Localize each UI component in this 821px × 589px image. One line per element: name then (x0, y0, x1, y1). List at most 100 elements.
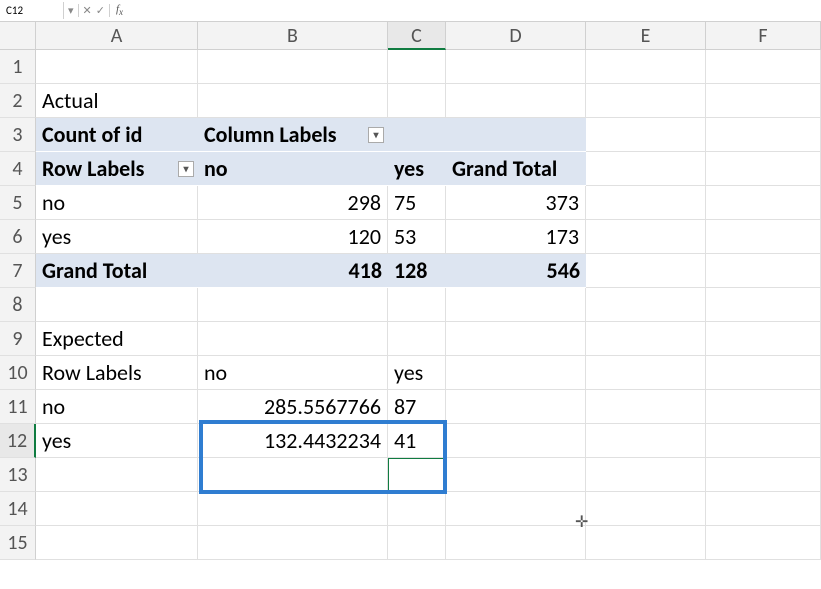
name-box[interactable]: C12 (0, 2, 64, 19)
row-header-7[interactable]: 7 (0, 254, 36, 288)
cell-C15[interactable] (388, 526, 446, 560)
cell-B10[interactable]: no (198, 356, 388, 390)
cell-A5[interactable]: no (36, 186, 198, 220)
cell-B4[interactable]: no (198, 152, 388, 186)
select-all-corner[interactable] (0, 22, 36, 50)
fx-icon[interactable]: fx (110, 3, 129, 17)
cell-F4[interactable] (706, 152, 821, 186)
cell-A4[interactable]: Row Labels▾ (36, 152, 198, 186)
col-header-A[interactable]: A (36, 22, 198, 50)
row-header-14[interactable]: 14 (0, 492, 36, 526)
cell-C4[interactable]: yes (388, 152, 446, 186)
cell-C2[interactable] (388, 84, 446, 118)
cell-B5[interactable]: 298 (198, 186, 388, 220)
pivot-column-dropdown-icon[interactable]: ▾ (368, 127, 384, 143)
cell-D6[interactable]: 173 (446, 220, 586, 254)
cell-C9[interactable] (388, 322, 446, 356)
cell-A10[interactable]: Row Labels (36, 356, 198, 390)
cell-F1[interactable] (706, 50, 821, 84)
col-header-C[interactable]: C (388, 22, 446, 50)
cell-D15[interactable] (446, 526, 586, 560)
cell-C6[interactable]: 53 (388, 220, 446, 254)
cell-E4[interactable] (586, 152, 706, 186)
row-header-1[interactable]: 1 (0, 50, 36, 84)
cell-A1[interactable] (36, 50, 198, 84)
cell-A9[interactable]: Expected (36, 322, 198, 356)
cell-F15[interactable] (706, 526, 821, 560)
cell-A8[interactable] (36, 288, 198, 322)
cell-B11[interactable]: 285.5567766 (198, 390, 388, 424)
formula-input[interactable] (129, 3, 821, 19)
cell-D7[interactable]: 546 (446, 254, 586, 288)
cell-D1[interactable] (446, 50, 586, 84)
col-header-F[interactable]: F (706, 22, 821, 50)
cell-B3[interactable]: Column Labels▾ (198, 118, 388, 152)
spreadsheet-grid[interactable]: A B C D E F 1 2 Actual 3 Count of id Col… (0, 22, 821, 560)
namebox-dropdown[interactable]: ▾ (64, 4, 79, 17)
cell-C1[interactable] (388, 50, 446, 84)
cell-B14[interactable] (198, 492, 388, 526)
cell-F11[interactable] (706, 390, 821, 424)
cell-E1[interactable] (586, 50, 706, 84)
cell-C7[interactable]: 128 (388, 254, 446, 288)
cell-E15[interactable] (586, 526, 706, 560)
cell-D3[interactable] (446, 118, 586, 152)
cell-B8[interactable] (198, 288, 388, 322)
cell-B6[interactable]: 120 (198, 220, 388, 254)
cell-B15[interactable] (198, 526, 388, 560)
row-header-6[interactable]: 6 (0, 220, 36, 254)
row-header-13[interactable]: 13 (0, 458, 36, 492)
cell-E13[interactable] (586, 458, 706, 492)
cell-F2[interactable] (706, 84, 821, 118)
cell-D14[interactable] (446, 492, 586, 526)
cell-F12[interactable] (706, 424, 821, 458)
cell-F5[interactable] (706, 186, 821, 220)
cell-E7[interactable] (586, 254, 706, 288)
cell-D10[interactable] (446, 356, 586, 390)
cell-F3[interactable] (706, 118, 821, 152)
cell-D9[interactable] (446, 322, 586, 356)
cell-D4[interactable]: Grand Total (446, 152, 586, 186)
cell-C8[interactable] (388, 288, 446, 322)
cell-C5[interactable]: 75 (388, 186, 446, 220)
cell-D2[interactable] (446, 84, 586, 118)
col-header-B[interactable]: B (198, 22, 388, 50)
cell-D11[interactable] (446, 390, 586, 424)
cell-F8[interactable] (706, 288, 821, 322)
cell-F6[interactable] (706, 220, 821, 254)
cell-D5[interactable]: 373 (446, 186, 586, 220)
row-header-3[interactable]: 3 (0, 118, 36, 152)
cell-B9[interactable] (198, 322, 388, 356)
cancel-icon[interactable]: ✕ (83, 4, 92, 17)
cell-E2[interactable] (586, 84, 706, 118)
cell-F10[interactable] (706, 356, 821, 390)
cell-B1[interactable] (198, 50, 388, 84)
cell-B2[interactable] (198, 84, 388, 118)
row-header-15[interactable]: 15 (0, 526, 36, 560)
cell-D12[interactable] (446, 424, 586, 458)
cell-A12[interactable]: yes (36, 424, 198, 458)
cell-E9[interactable] (586, 322, 706, 356)
cell-C3[interactable] (388, 118, 446, 152)
cell-B13[interactable] (198, 458, 388, 492)
row-header-12[interactable]: 12 (0, 424, 36, 458)
cell-E10[interactable] (586, 356, 706, 390)
cell-C11[interactable]: 87 (388, 390, 446, 424)
row-header-5[interactable]: 5 (0, 186, 36, 220)
cell-F9[interactable] (706, 322, 821, 356)
cell-A6[interactable]: yes (36, 220, 198, 254)
row-header-11[interactable]: 11 (0, 390, 36, 424)
cell-E3[interactable] (586, 118, 706, 152)
cell-D8[interactable] (446, 288, 586, 322)
row-header-10[interactable]: 10 (0, 356, 36, 390)
cell-A11[interactable]: no (36, 390, 198, 424)
cell-A2[interactable]: Actual (36, 84, 198, 118)
enter-icon[interactable]: ✓ (96, 4, 105, 17)
row-header-9[interactable]: 9 (0, 322, 36, 356)
cell-C10[interactable]: yes (388, 356, 446, 390)
cell-E14[interactable] (586, 492, 706, 526)
cell-E8[interactable] (586, 288, 706, 322)
cell-C13[interactable] (388, 458, 446, 492)
col-header-E[interactable]: E (586, 22, 706, 50)
cell-E11[interactable] (586, 390, 706, 424)
